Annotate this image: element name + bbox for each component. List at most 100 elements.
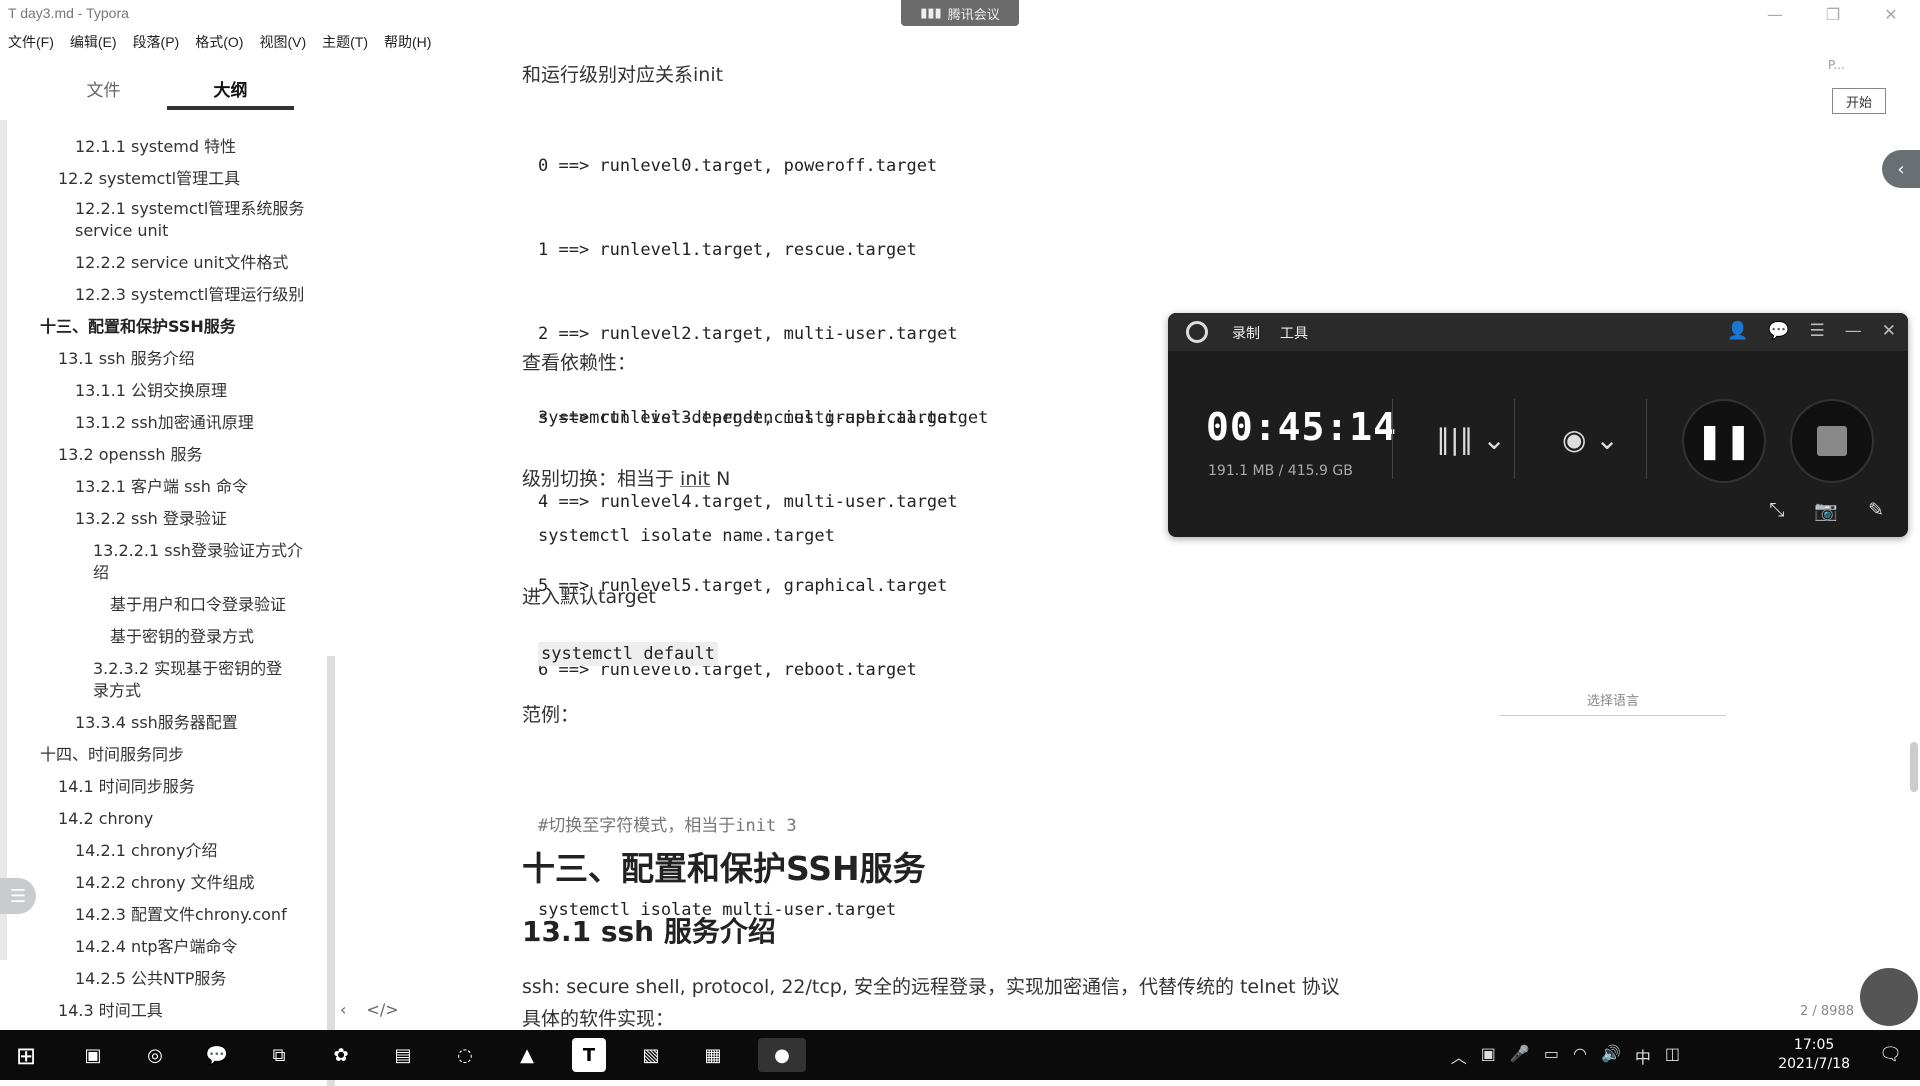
start-button[interactable]: 开始 [1832,88,1886,114]
outline-item[interactable]: 14.1 时间同步服务 [58,776,195,798]
system-clock[interactable]: 17:05 2021/7/18 [1778,1036,1850,1074]
outline-item[interactable]: 13.2.2.1 ssh登录验证方式介 [93,540,303,562]
audio-waveform-icon[interactable]: ∥|∥ ⌄ [1436,423,1506,456]
outline-item[interactable]: 12.1.1 systemd 特性 [75,136,236,158]
taskbar-browser-icon[interactable]: ◎ [138,1038,172,1072]
volume-icon[interactable]: 🔊 [1601,1044,1621,1068]
signal-icon: ▮▮▮ [920,5,942,21]
outline-item[interactable]: 12.2.3 systemctl管理运行级别 [75,284,304,306]
outline-item[interactable]: 14.3 时间工具 [58,1000,163,1022]
init-link[interactable]: init [680,468,710,490]
outline-item-continued[interactable]: service unit [75,220,168,242]
windows-start-icon[interactable]: ⊞ [16,1042,36,1070]
tab-files[interactable]: 文件 [40,74,167,110]
source-code-mode-icon[interactable]: </> [366,1000,398,1019]
typora-icon: T [8,5,17,21]
taskbar-app-icon[interactable]: ▧ [634,1038,668,1072]
outline-item[interactable]: 14.2.1 chrony介绍 [75,840,218,862]
taskbar-folder-icon[interactable]: ▤ [386,1038,420,1072]
word-count[interactable]: 2 / 8988 [1800,1004,1854,1019]
menu-theme[interactable]: 主题(T) [314,30,376,54]
outline-item[interactable]: 14.2 chrony [58,808,153,830]
pause-button[interactable]: ❚❚ [1682,399,1766,483]
language-select[interactable]: 选择语言 [1500,690,1726,716]
menu-format[interactable]: 格式(O) [187,30,251,54]
tray-app-icon[interactable]: ▣ [1481,1044,1496,1068]
code-block-isolate: systemctl isolate name.target [538,526,835,546]
outline-item[interactable]: 13.1 ssh 服务介绍 [58,348,195,370]
maximize-button[interactable]: ❐ [1804,0,1862,28]
sidebar-scrollbar[interactable] [327,656,335,1086]
taskbar-app-icon[interactable]: ✿ [324,1038,358,1072]
editor-scrollbar[interactable] [1910,742,1918,792]
taskbar-app-icon[interactable]: ▣ [76,1038,110,1072]
outline-toggle-icon[interactable]: ☰ [0,878,36,914]
outline-item-chapter[interactable]: 十三、配置和保护SSH服务 [40,316,236,338]
outline-item[interactable]: 13.2.2 ssh 登录验证 [75,508,227,530]
ime-indicator[interactable]: 中 [1635,1044,1651,1068]
tray-expand-icon[interactable]: ︿ [1451,1044,1467,1068]
recording-timer: 00:45:14 [1206,405,1398,449]
outline-item[interactable]: 基于密钥的登录方式 [110,626,254,648]
meeting-badge-label: 腾讯会议 [947,7,1000,23]
taskbar-photo-icon[interactable]: ▲ [510,1038,544,1072]
taskbar-app-icon[interactable]: ▦ [696,1038,730,1072]
outline-item[interactable]: 12.2.1 systemctl管理系统服务 [75,198,304,220]
taskbar-typora-icon[interactable]: T [572,1038,606,1072]
shrink-icon[interactable]: ⤡ [1769,499,1784,522]
outline-item[interactable]: 14.2.5 公共NTP服务 [75,968,226,990]
notification-icon[interactable]: 🗨 [1879,1044,1902,1065]
outline-item[interactable]: 13.3.4 ssh服务器配置 [75,712,238,734]
microphone-icon[interactable]: 🎤 [1510,1044,1530,1068]
menu-view[interactable]: 视图(V) [251,30,314,54]
outline-item[interactable]: 14.2.4 ntp客户端命令 [75,936,238,958]
close-icon[interactable]: ✕ [1882,321,1896,341]
outline-item[interactable]: 13.2 openssh 服务 [58,444,203,466]
menu-paragraph[interactable]: 段落(P) [125,30,188,54]
user-icon[interactable]: 👤 [1727,321,1748,341]
outline-item[interactable]: 14.2.3 配置文件chrony.conf [75,904,287,926]
collapse-sidebar-icon[interactable]: ‹ [340,1000,346,1019]
menu-file[interactable]: 文件(F) [0,30,62,54]
pen-icon[interactable]: ✎ [1868,499,1884,522]
webcam-icon[interactable]: ◉ ⌄ [1562,423,1619,456]
menu-icon[interactable]: ☰ [1810,321,1825,341]
storage-usage: 191.1 MB / 415.9 GB [1208,463,1353,479]
outline-item[interactable]: 14.2.2 chrony 文件组成 [75,872,255,894]
code-block-dependencies: systemctl list-dependencies graphical.ta… [538,408,989,428]
tray-app-icon[interactable]: ◫ [1665,1044,1680,1068]
outline-item-continued[interactable]: 录方式 [93,680,141,702]
minimize-button[interactable]: — [1746,0,1804,28]
camera-icon[interactable]: 📷 [1814,499,1838,522]
close-button[interactable]: ✕ [1862,0,1920,28]
outline-item[interactable]: 基于用户和口令登录验证 [110,594,286,616]
minimize-icon[interactable]: — [1845,321,1862,341]
outline-item[interactable]: 13.1.1 公钥交换原理 [75,380,227,402]
menu-help[interactable]: 帮助(H) [376,30,439,54]
wifi-icon[interactable]: ◠ [1573,1044,1587,1068]
caption-label: P... [1828,58,1845,72]
paragraph: 和运行级别对应关系init [522,64,724,86]
chevron-left-icon[interactable]: ‹ [1882,150,1920,188]
outline-item[interactable]: 3.2.3.2 实现基于密钥的登 [93,658,282,680]
stop-button[interactable] [1790,399,1874,483]
recorder-tools: ⤡ 📷 ✎ [1769,499,1884,522]
avatar[interactable] [1860,968,1918,1026]
recorder-tab-record[interactable]: 录制 [1232,323,1260,343]
taskbar-wechat-icon[interactable]: 💬 [200,1038,234,1072]
outline-item-chapter[interactable]: 十四、时间服务同步 [40,744,184,766]
outline-item[interactable]: 12.2 systemctl管理工具 [58,168,240,190]
outline-item-continued[interactable]: 绍 [93,562,109,584]
tab-outline[interactable]: 大纲 [167,74,294,110]
outline-item[interactable]: 13.2.1 客户端 ssh 命令 [75,476,248,498]
taskbar-app-icon[interactable]: ◌ [448,1038,482,1072]
taskbar-recorder-icon[interactable]: ● [758,1038,806,1072]
taskbar-window-icon[interactable]: ⧉ [262,1038,296,1072]
recorder-tab-tools[interactable]: 工具 [1280,323,1308,343]
chat-icon[interactable]: 💬 [1768,321,1789,341]
menu-edit[interactable]: 编辑(E) [62,30,125,54]
outline-item[interactable]: 12.2.2 service unit文件格式 [75,252,288,274]
outline-item[interactable]: 13.1.2 ssh加密通讯原理 [75,412,254,434]
meeting-badge[interactable]: ▮▮▮ 腾讯会议 [901,0,1019,26]
battery-icon[interactable]: ▭ [1544,1044,1559,1068]
